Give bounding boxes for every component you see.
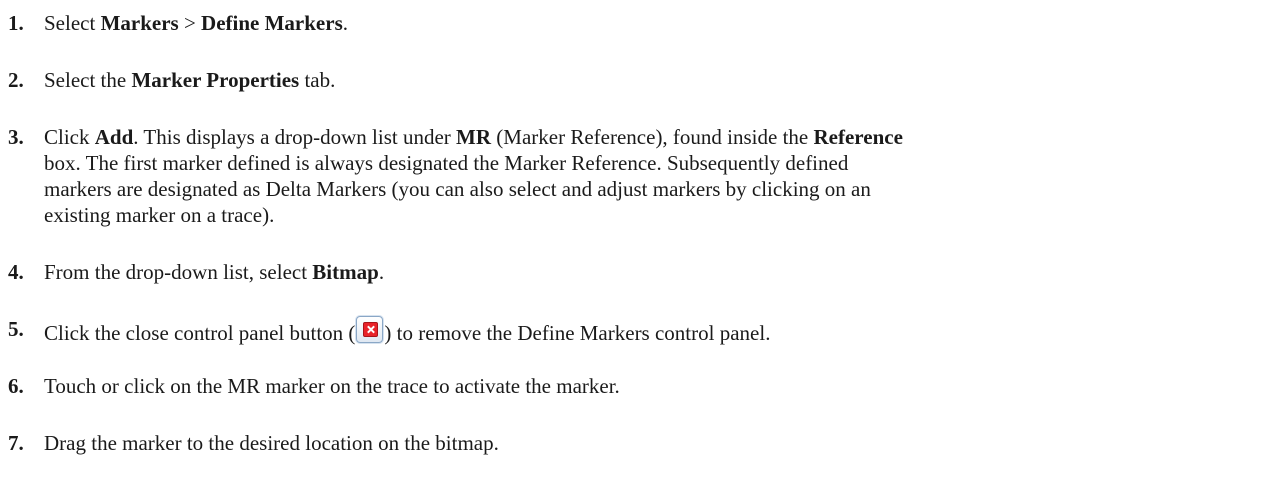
step-number: 4. xyxy=(8,260,24,284)
text-run: (Marker Reference), found inside the xyxy=(491,125,814,149)
step-number: 2. xyxy=(8,68,24,92)
step-text-line: markers are designated as Delta Markers … xyxy=(44,177,871,201)
step-text: Touch or click on the MR marker on the t… xyxy=(44,374,620,398)
step-number: 5. xyxy=(8,317,24,341)
step-text: Select the Marker Properties tab. xyxy=(44,67,1269,93)
step-text-line: Click Add. This displays a drop-down lis… xyxy=(44,124,1269,150)
text-run: ) to remove the Define Markers control p… xyxy=(384,321,771,345)
option-name: Bitmap xyxy=(312,260,379,284)
close-panel-button-image xyxy=(356,316,384,343)
box-name: Reference xyxy=(813,125,903,149)
step-text: From the drop-down list, select Bitmap. xyxy=(44,259,1269,285)
step-text: Drag the marker to the desired location … xyxy=(44,431,499,455)
step-text-line: box. The first marker defined is always … xyxy=(44,151,849,175)
text-run: . xyxy=(342,11,348,35)
text-run: Click xyxy=(44,125,95,149)
step-text: Select Markers > Define Markers. xyxy=(44,10,1269,36)
button-name: Add xyxy=(94,125,134,149)
tab-name: Marker Properties xyxy=(131,68,300,92)
text-run: Select xyxy=(44,11,101,35)
text-run: From the drop-down list, select xyxy=(44,260,313,284)
text-run: tab. xyxy=(299,68,336,92)
step-number: 7. xyxy=(8,431,24,455)
step-text-line: existing marker on a trace). xyxy=(44,203,275,227)
step-number: 1. xyxy=(8,11,24,35)
field-name: MR xyxy=(456,125,492,149)
menu-item-name: Define Markers xyxy=(201,11,343,35)
text-run: . xyxy=(378,260,385,284)
step-text: Click the close control panel button ( ) … xyxy=(44,316,1269,346)
menu-name: Markers xyxy=(100,11,179,35)
text-run: Click the close control panel button ( xyxy=(44,321,356,345)
step-number: 6. xyxy=(8,374,24,398)
text-run: . This displays a drop-down list under xyxy=(133,125,457,149)
text-run: > xyxy=(178,11,202,35)
step-number: 3. xyxy=(8,125,24,149)
text-run: Select the xyxy=(44,68,132,92)
close-panel-icon xyxy=(363,322,379,337)
